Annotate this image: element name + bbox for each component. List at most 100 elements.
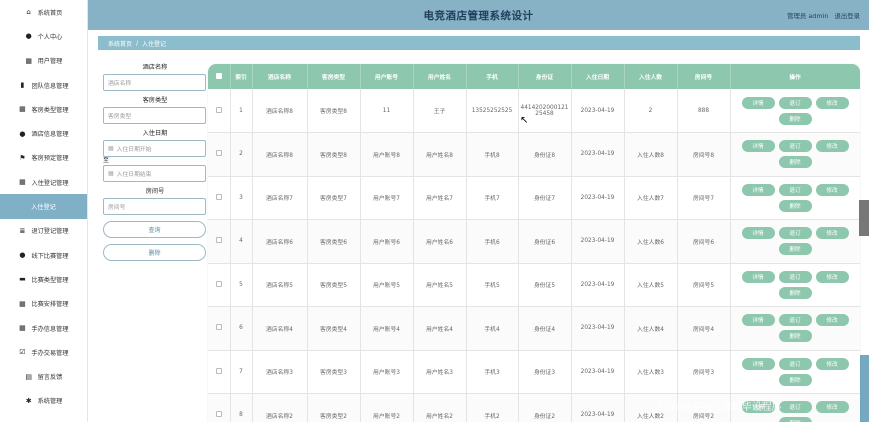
edit-button[interactable]: 修改 [815, 96, 849, 109]
sidebar-item-10[interactable]: ● 线下比赛管理 [0, 243, 87, 267]
unsubscribe-button[interactable]: 退订 [778, 357, 812, 370]
delete-button[interactable]: 删除 [778, 373, 812, 386]
app-title: 电竞酒店管理系统设计 [423, 10, 534, 22]
table-cell: 用户姓名3 [413, 350, 467, 394]
sidebar-item-0[interactable]: ⌂ 系统首页 [0, 0, 87, 24]
row-checkbox[interactable] [208, 306, 231, 351]
room-type-label: 客房类型 [142, 97, 168, 104]
sidebar-item-12[interactable]: ▦ 比赛安排管理 [0, 292, 87, 316]
edit-button[interactable]: 修改 [815, 357, 849, 370]
table-row: 7 酒店名称3 客房类型3 用户账号3 用户姓名3 手机3 身份证3 2023-04-19 入住… [208, 350, 860, 394]
room-type-input[interactable]: 客房类型 [103, 107, 206, 124]
detail-button[interactable]: 详情 [741, 314, 775, 327]
table-cell: 客房类型7 [307, 176, 361, 220]
table-cell: 酒店名称2 [252, 393, 308, 422]
sidebar-item-label: 比赛类型管理 [31, 276, 69, 284]
table-cell: 身份证8 [518, 132, 572, 177]
table-cell: 酒店名称4 [252, 306, 308, 351]
detail-button[interactable]: 详情 [741, 270, 775, 283]
sidebar-item-3[interactable]: ▮ 团队信息管理 [0, 73, 87, 97]
row-checkbox[interactable] [208, 219, 231, 264]
checkin-date-end-input[interactable]: 入住日期结束 [103, 165, 206, 182]
table-cell: 酒店名称7 [252, 176, 308, 220]
sidebar-item-1[interactable]: ● 个人中心 [0, 24, 87, 48]
table-row: 3 酒店名称7 客房类型7 用户账号7 用户姓名7 手机7 身份证7 2023-04-19 入住… [208, 176, 860, 220]
location-icon: ● [19, 129, 26, 138]
edit-button[interactable]: 修改 [815, 314, 849, 327]
select-all-checkbox[interactable] [208, 64, 231, 89]
table-cell: 房间号3 [677, 350, 731, 394]
sidebar-item-11[interactable]: ▬ 比赛类型管理 [0, 267, 87, 291]
sidebar-item-7[interactable]: ▦ 入住登记管理 [0, 170, 87, 194]
table-cell: 房间号5 [677, 263, 731, 307]
sidebar-item-label: 退订登记管理 [31, 228, 69, 236]
delete-button[interactable]: 删除 [778, 417, 812, 422]
batch-delete-button[interactable]: 删除 [103, 244, 206, 261]
column-header: 用户姓名 [413, 64, 467, 89]
row-actions: 详情退订修改删除 [730, 350, 860, 394]
unsubscribe-button[interactable]: 退订 [778, 227, 812, 240]
delete-button[interactable]: 删除 [778, 330, 812, 343]
sidebar-item-9[interactable]: ≣ 退订登记管理 [0, 219, 87, 243]
grid-icon: ▦ [19, 299, 26, 308]
column-header: 房间号 [677, 64, 731, 89]
detail-button[interactable]: 详情 [741, 96, 775, 109]
sidebar-item-15[interactable]: ▤ 留言反馈 [0, 364, 87, 388]
table-cell: 用户账号5 [360, 263, 414, 307]
unsubscribe-button[interactable]: 退订 [778, 401, 812, 414]
grid-icon: ▦ [19, 178, 26, 187]
delete-button[interactable]: 删除 [778, 243, 812, 256]
hotel-name-input[interactable]: 酒店名称 [103, 74, 206, 91]
row-checkbox[interactable] [208, 263, 231, 307]
breadcrumb-home[interactable]: 系统首页 [108, 39, 132, 48]
detail-button[interactable]: 详情 [741, 227, 775, 240]
sidebar-item-6[interactable]: ⚑ 客房预定管理 [0, 146, 87, 170]
unsubscribe-button[interactable]: 退订 [778, 183, 812, 196]
row-checkbox[interactable] [208, 350, 231, 394]
table-cell: 888 [677, 89, 731, 133]
row-checkbox[interactable] [208, 176, 231, 220]
table-cell: 手机8 [466, 132, 519, 177]
row-checkbox[interactable] [208, 393, 231, 422]
flag-icon: ⚑ [19, 153, 26, 162]
table-cell: 用户账号7 [360, 176, 414, 220]
detail-button[interactable]: 详情 [741, 140, 775, 153]
checkin-date-start-input[interactable]: 入住日期开始 [103, 140, 206, 157]
row-checkbox[interactable] [208, 89, 231, 133]
sidebar-item-14[interactable]: ☑ 手办交易管理 [0, 340, 87, 364]
table-cell: 7 [230, 350, 253, 394]
edit-button[interactable]: 修改 [815, 401, 849, 414]
sidebar-item-4[interactable]: ▦ 客房类型管理 [0, 97, 87, 121]
table-cell: 2 [624, 89, 678, 133]
unsubscribe-button[interactable]: 退订 [778, 270, 812, 283]
edit-button[interactable]: 修改 [815, 183, 849, 196]
delete-button[interactable]: 删除 [778, 156, 812, 169]
sidebar-item-16[interactable]: ✱ 系统管理 [0, 389, 87, 413]
breadcrumb: 系统首页 / 入住登记 [98, 36, 860, 50]
room-number-input[interactable]: 房间号 [103, 198, 206, 215]
table-cell: 用户姓名2 [413, 393, 467, 422]
unsubscribe-button[interactable]: 退订 [778, 314, 812, 327]
room-number-label: 房间号 [145, 188, 165, 195]
edit-button[interactable]: 修改 [815, 140, 849, 153]
delete-button[interactable]: 删除 [778, 112, 812, 125]
sidebar-item-5[interactable]: ● 酒店信息管理 [0, 121, 87, 145]
detail-button[interactable]: 详情 [741, 183, 775, 196]
unsubscribe-button[interactable]: 退订 [778, 140, 812, 153]
scrollbar-thumb[interactable] [859, 200, 869, 236]
delete-button[interactable]: 删除 [778, 199, 812, 212]
table-cell: 用户账号3 [360, 350, 414, 394]
logout-link[interactable]: 退出登录 [834, 12, 860, 20]
grid-icon: ▦ [25, 56, 32, 65]
detail-button[interactable]: 详情 [741, 357, 775, 370]
edit-button[interactable]: 修改 [815, 270, 849, 283]
sidebar-item-2[interactable]: ▦ 用户管理 [0, 49, 87, 73]
unsubscribe-button[interactable]: 退订 [778, 96, 812, 109]
sidebar-item-8[interactable]: 入住登记 [0, 194, 87, 219]
query-button[interactable]: 查询 [103, 221, 206, 238]
row-checkbox[interactable] [208, 132, 231, 177]
sidebar-item-13[interactable]: ▦ 手办信息管理 [0, 316, 87, 340]
table-cell: 用户姓名6 [413, 219, 467, 264]
delete-button[interactable]: 删除 [778, 286, 812, 299]
edit-button[interactable]: 修改 [815, 227, 849, 240]
